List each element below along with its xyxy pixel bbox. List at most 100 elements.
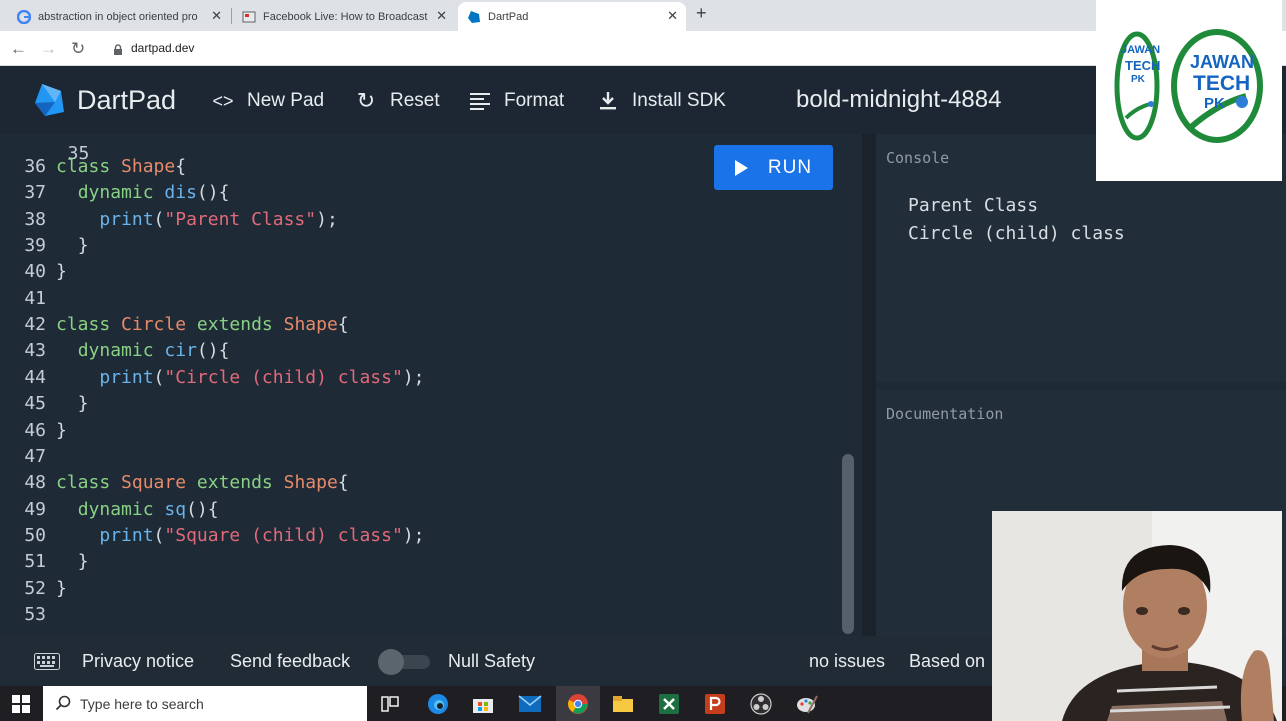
code-line: 50 print("Square (child) class"); <box>0 524 424 551</box>
mail-icon[interactable] <box>518 692 542 716</box>
line-number: 46 <box>24 419 46 441</box>
code-line: 42 class Circle extends Shape{ <box>0 314 348 340</box>
panel-divider[interactable] <box>862 134 876 636</box>
webcam-overlay <box>992 511 1282 721</box>
null-safety-toggle[interactable] <box>378 649 432 675</box>
code-line: 46} <box>0 419 67 446</box>
code-text: class Circle extends Shape{ <box>56 314 349 335</box>
logo-text-small-1: JAWAN <box>1121 44 1161 56</box>
issues-status: no issues <box>809 651 886 671</box>
reload-icon[interactable]: ↻ <box>71 39 85 59</box>
tab-dartpad[interactable]: DartPad ✕ <box>458 2 686 31</box>
line-number: 38 <box>24 208 46 230</box>
search-placeholder: Type here to search <box>80 696 204 712</box>
windows-start-icon[interactable] <box>9 692 33 716</box>
code-token: { <box>218 340 230 362</box>
code-token: print <box>99 208 154 230</box>
line-number: 52 <box>24 577 46 599</box>
microsoft-store-icon[interactable] <box>471 692 495 716</box>
code-token: class <box>56 472 111 494</box>
code-icon: <> <box>212 90 234 111</box>
excel-icon[interactable] <box>657 692 681 716</box>
new-pad-button[interactable]: <> New Pad <box>211 89 324 113</box>
brand-title: DartPad <box>77 85 177 115</box>
line-number: 51 <box>24 551 46 573</box>
line-number: 39 <box>24 235 46 257</box>
taskbar-search-box[interactable]: Type here to search <box>43 686 367 721</box>
forward-icon[interactable]: → <box>40 39 57 59</box>
code-text: dynamic cir(){ <box>56 340 230 362</box>
task-view-icon[interactable] <box>378 692 402 716</box>
code-token: dynamic <box>77 182 154 204</box>
line-number: 40 <box>24 261 46 283</box>
code-token: { <box>218 182 230 204</box>
code-token: extends <box>196 314 273 336</box>
editor-scrollbar[interactable] <box>842 454 854 634</box>
new-tab-button[interactable]: + <box>696 3 707 24</box>
powerpoint-icon[interactable] <box>703 692 727 716</box>
code-line: 41 <box>0 288 46 314</box>
code-line: 49 dynamic sq(){ <box>0 499 218 525</box>
code-token: class <box>56 314 111 336</box>
line-number: 50 <box>24 524 46 546</box>
close-tab-icon[interactable]: ✕ <box>436 8 447 24</box>
format-button[interactable]: Format <box>468 89 564 113</box>
code-token: ) <box>207 182 219 204</box>
reset-button[interactable]: ↻ Reset <box>354 88 440 113</box>
send-feedback-link[interactable]: Send feedback <box>230 651 350 672</box>
tab-abstraction[interactable]: abstraction in object oriented pro ✕ <box>8 2 230 31</box>
code-token: ( <box>196 182 208 204</box>
code-token: print <box>99 524 154 546</box>
code-token: ) <box>316 208 327 230</box>
code-token: ; <box>413 524 425 546</box>
url-field[interactable]: dartpad.dev <box>131 41 194 55</box>
code-token: ) <box>402 524 414 546</box>
edge-browser-icon[interactable] <box>426 692 450 716</box>
run-button[interactable]: RUN <box>714 145 833 190</box>
tab-facebook-live[interactable]: Facebook Live: How to Broadcast ✕ <box>233 2 455 31</box>
code-text: dynamic dis(){ <box>56 182 230 204</box>
keyboard-icon[interactable] <box>34 653 60 675</box>
code-token: ( <box>196 340 208 362</box>
code-line: 43 dynamic cir(){ <box>0 340 229 366</box>
console-output-line: Circle (child) class <box>908 223 1125 244</box>
close-tab-icon[interactable]: ✕ <box>667 8 678 24</box>
install-sdk-label: Install SDK <box>632 90 726 111</box>
run-label: RUN <box>767 156 813 178</box>
code-token: } <box>56 577 67 599</box>
file-explorer-icon[interactable] <box>611 692 635 716</box>
close-tab-icon[interactable]: ✕ <box>211 8 222 24</box>
code-editor[interactable]: 35 36 class Shape{37 dynamic dis(){38 pri… <box>0 134 862 636</box>
code-token: cir <box>164 340 197 362</box>
obs-studio-icon[interactable] <box>749 692 773 716</box>
reset-label: Reset <box>390 90 440 111</box>
install-sdk-button[interactable]: Install SDK <box>596 89 726 113</box>
jawan-tech-logo-icon <box>1114 29 1263 143</box>
code-token: Shape <box>121 156 176 177</box>
code-token: { <box>337 472 349 494</box>
chrome-icon[interactable] <box>556 686 600 721</box>
toggle-knob <box>378 649 404 675</box>
privacy-notice-link[interactable]: Privacy notice <box>82 651 194 672</box>
code-token: dis <box>164 182 197 204</box>
search-icon <box>55 695 71 714</box>
line-number: 45 <box>24 393 46 415</box>
back-icon[interactable]: ← <box>10 39 27 59</box>
paint-tool-icon[interactable] <box>795 692 819 716</box>
line-number: 47 <box>24 445 46 467</box>
lock-icon[interactable] <box>113 43 123 61</box>
code-token: ( <box>153 366 165 388</box>
dartpad-header: DartPad <> New Pad ↻ Reset Format Instal… <box>0 66 1286 134</box>
tab-title: Facebook Live: How to Broadcast <box>263 10 428 23</box>
download-icon <box>596 91 620 111</box>
logo-text-small-2: TECH <box>1125 58 1161 73</box>
